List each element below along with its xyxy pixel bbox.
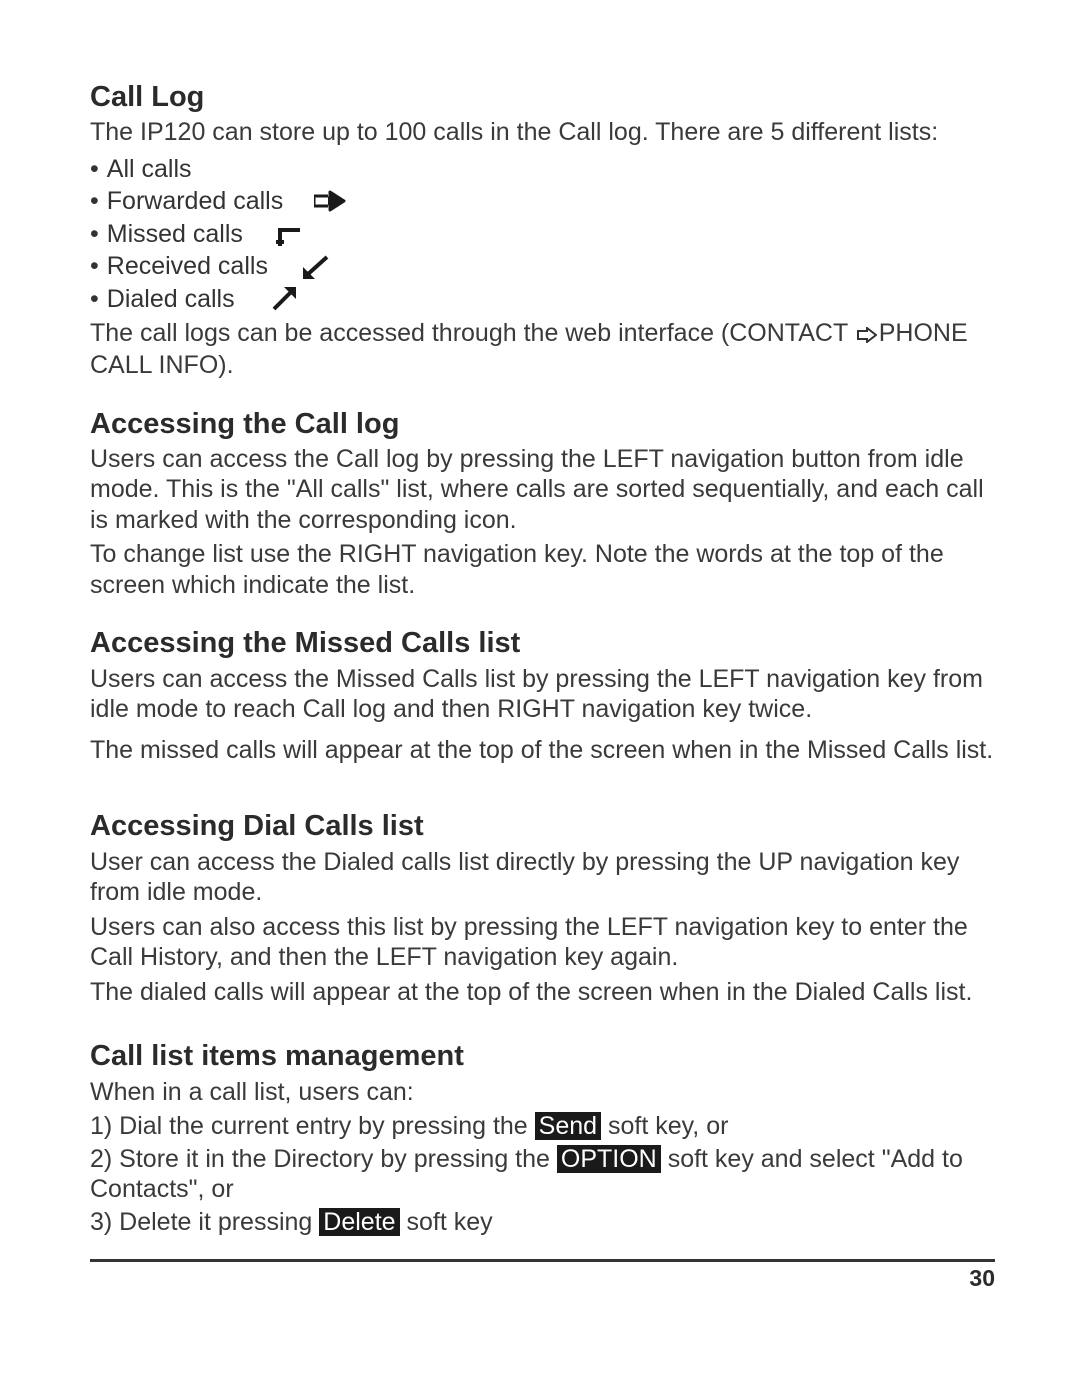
call-types-list: • All calls • Forwarded calls • Missed c…	[90, 154, 995, 315]
mgmt-item-pre: 1) Dial the current entry by pressing th…	[90, 1112, 528, 1140]
bullet-icon: •	[90, 219, 99, 250]
body-text: Users can access the Call log by pressin…	[90, 444, 995, 536]
mgmt-item-pre: 2) Store it in the Directory by pressing…	[90, 1145, 550, 1173]
breadcrumb-arrow-icon	[857, 320, 877, 351]
softkey-send: Send	[535, 1112, 601, 1140]
list-item: • Dialed calls	[90, 284, 995, 315]
web-access-pre: The call logs can be accessed through th…	[90, 319, 855, 347]
bullet-icon: •	[90, 251, 99, 282]
page-number: 30	[90, 1264, 995, 1292]
body-text: Users can access the Missed Calls list b…	[90, 664, 995, 725]
mgmt-item: 1) Dial the current entry by pressing th…	[90, 1111, 995, 1142]
dialed-icon	[253, 284, 313, 315]
web-access-note: The call logs can be accessed through th…	[90, 318, 995, 380]
mgmt-item-post: soft key	[407, 1208, 493, 1236]
heading-mgmt: Call list items management	[90, 1039, 995, 1074]
body-text: User can access the Dialed calls list di…	[90, 847, 995, 908]
mgmt-item-pre: 3) Delete it pressing	[90, 1208, 312, 1236]
mgmt-item: 2) Store it in the Directory by pressing…	[90, 1144, 995, 1205]
heading-call-log: Call Log	[90, 80, 995, 115]
body-text: To change list use the RIGHT navigation …	[90, 539, 995, 600]
list-item: • All calls	[90, 154, 995, 185]
heading-access-call-log: Accessing the Call log	[90, 407, 995, 442]
mgmt-item-post: soft key, or	[608, 1112, 728, 1140]
footer-divider	[90, 1259, 995, 1262]
softkey-option: OPTION	[557, 1145, 661, 1173]
list-item: • Forwarded calls	[90, 186, 995, 217]
body-text: Users can also access this list by press…	[90, 912, 995, 973]
mgmt-list: 1) Dial the current entry by pressing th…	[90, 1111, 995, 1237]
list-item-label: All calls	[107, 154, 192, 185]
bullet-icon: •	[90, 154, 99, 185]
list-item-label: Received calls	[107, 251, 268, 282]
heading-access-missed: Accessing the Missed Calls list	[90, 626, 995, 661]
bullet-icon: •	[90, 284, 99, 315]
list-item-label: Missed calls	[107, 219, 243, 250]
list-item-label: Dialed calls	[107, 284, 235, 315]
missed-icon	[261, 219, 321, 250]
received-icon	[286, 251, 346, 282]
list-item: • Received calls	[90, 251, 995, 282]
call-log-intro: The IP120 can store up to 100 calls in t…	[90, 117, 995, 148]
heading-access-dial: Accessing Dial Calls list	[90, 809, 995, 844]
list-item-label: Forwarded calls	[107, 186, 283, 217]
mgmt-intro: When in a call list, users can:	[90, 1077, 995, 1108]
bullet-icon: •	[90, 186, 99, 217]
softkey-delete: Delete	[319, 1208, 399, 1236]
body-text: The missed calls will appear at the top …	[90, 735, 995, 766]
forwarded-icon	[301, 186, 361, 217]
list-item: • Missed calls	[90, 219, 995, 250]
mgmt-item: 3) Delete it pressing Delete soft key	[90, 1207, 995, 1238]
body-text: The dialed calls will appear at the top …	[90, 977, 995, 1008]
